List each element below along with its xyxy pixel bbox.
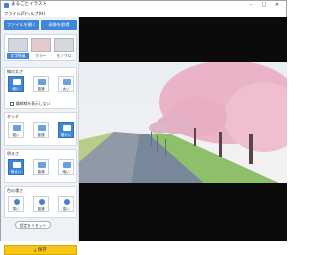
camera-label: 画像を取得 bbox=[48, 22, 70, 27]
color-dark-label: 濃い bbox=[62, 207, 70, 211]
reset-settings-label: 設定をリセット bbox=[19, 223, 47, 228]
color-light-option[interactable]: 薄い bbox=[8, 196, 24, 212]
line-normal-option[interactable]: 普通 bbox=[33, 76, 49, 92]
touch-rough-icon bbox=[13, 125, 21, 131]
touch-fine-label: 細かい bbox=[60, 133, 72, 137]
preset-1-thumbnail bbox=[8, 38, 28, 52]
brightness-normal-label: 普通 bbox=[37, 170, 45, 174]
save-label: 保存 bbox=[37, 248, 47, 253]
line-thickness-section: 線の太さ 細い 普通 太い 輪郭線を表示しない bbox=[4, 67, 77, 109]
touch-rough-option[interactable]: 粗い bbox=[8, 122, 24, 138]
touch-normal-label: 普通 bbox=[37, 133, 45, 137]
brightness-dark-label: 暗い bbox=[62, 170, 70, 174]
brightness-bright-option[interactable]: 明るい bbox=[8, 159, 24, 175]
color-dark-icon bbox=[64, 199, 70, 205]
reset-settings-button[interactable]: 設定をリセット bbox=[15, 221, 51, 229]
brightness-normal-icon bbox=[38, 162, 46, 168]
menu-file[interactable]: ファイル(F) bbox=[4, 10, 26, 17]
brightness-dark-icon bbox=[63, 162, 71, 168]
camera-button[interactable]: 画像を取得 bbox=[41, 20, 77, 30]
line-thickness-title: 線の太さ bbox=[7, 69, 23, 74]
preset-1[interactable]: 文字絵風 bbox=[7, 37, 29, 60]
line-thin-icon bbox=[13, 79, 21, 85]
touch-title: タッチ bbox=[7, 114, 19, 119]
brightness-dark-option[interactable]: 暗い bbox=[58, 159, 74, 175]
preview-canvas bbox=[79, 17, 287, 241]
line-thick-icon bbox=[63, 79, 71, 85]
open-file-button[interactable]: ファイルを開く bbox=[4, 20, 39, 30]
color-normal-icon bbox=[39, 199, 45, 205]
maximize-button[interactable]: □ bbox=[259, 2, 269, 8]
preset-3-label: モノクロ bbox=[56, 53, 72, 58]
preview-image bbox=[79, 62, 287, 183]
color-dark-option[interactable]: 濃い bbox=[58, 196, 74, 212]
brightness-title: 明るさ bbox=[7, 151, 19, 156]
hide-outline-checkbox[interactable] bbox=[10, 102, 14, 106]
preset-1-label: 文字絵風 bbox=[7, 53, 29, 59]
touch-normal-option[interactable]: 普通 bbox=[33, 122, 49, 138]
close-button[interactable]: ✕ bbox=[272, 2, 282, 8]
line-thick-label: 太い bbox=[62, 87, 70, 91]
hide-outline-row[interactable]: 輪郭線を表示しない bbox=[10, 101, 50, 106]
app-icon bbox=[4, 3, 9, 8]
preset-3-thumbnail bbox=[54, 38, 74, 52]
brightness-bright-icon bbox=[13, 162, 21, 168]
preset-2[interactable]: カラー bbox=[30, 37, 52, 60]
line-normal-icon bbox=[38, 79, 46, 85]
touch-fine-option[interactable]: 細かい bbox=[58, 122, 74, 138]
window-title: まるごとイラスト bbox=[11, 2, 47, 7]
preset-strip: 文字絵風 カラー モノクロ bbox=[4, 34, 77, 61]
app-window: まるごとイラスト – □ ✕ ファイル(F) ヘルプ(H) ファイルを開く 画像… bbox=[0, 0, 287, 255]
line-normal-label: 普通 bbox=[37, 87, 45, 91]
color-light-icon bbox=[14, 199, 20, 205]
menu-help[interactable]: ヘルプ(H) bbox=[26, 10, 45, 17]
preset-3[interactable]: モノクロ bbox=[53, 37, 75, 60]
brightness-section: 明るさ 明るい 普通 暗い bbox=[4, 149, 77, 183]
minimize-button[interactable]: – bbox=[246, 2, 256, 8]
preset-2-thumbnail bbox=[31, 38, 51, 52]
line-thin-label: 細い bbox=[12, 87, 20, 91]
color-depth-title: 色の濃さ bbox=[7, 188, 23, 193]
touch-normal-icon bbox=[38, 125, 46, 131]
brightness-normal-option[interactable]: 普通 bbox=[33, 159, 49, 175]
line-thin-option[interactable]: 細い bbox=[8, 76, 24, 92]
save-button[interactable]: ⤓ 保存 bbox=[4, 245, 77, 255]
brightness-bright-label: 明るい bbox=[10, 170, 22, 174]
preset-2-label: カラー bbox=[35, 53, 47, 58]
line-thick-option[interactable]: 太い bbox=[58, 76, 74, 92]
hide-outline-label: 輪郭線を表示しない bbox=[16, 101, 51, 106]
touch-section: タッチ 粗い 普通 細かい bbox=[4, 112, 77, 146]
color-normal-option[interactable]: 普通 bbox=[33, 196, 49, 212]
color-light-label: 薄い bbox=[12, 207, 20, 211]
touch-fine-icon bbox=[63, 125, 71, 131]
menu-bar: ファイル(F) ヘルプ(H) bbox=[1, 10, 286, 17]
settings-panel: ファイルを開く 画像を取得 文字絵風 カラー モノクロ 線の太さ 細い 普通 太… bbox=[1, 17, 79, 255]
color-normal-label: 普通 bbox=[37, 207, 45, 211]
title-bar: まるごとイラスト – □ ✕ bbox=[1, 1, 286, 10]
open-file-label: ファイルを開く bbox=[6, 22, 37, 27]
touch-rough-label: 粗い bbox=[12, 133, 20, 137]
color-depth-section: 色の濃さ 薄い 普通 濃い bbox=[4, 186, 77, 218]
cherry-blossom-illustration bbox=[79, 62, 287, 183]
